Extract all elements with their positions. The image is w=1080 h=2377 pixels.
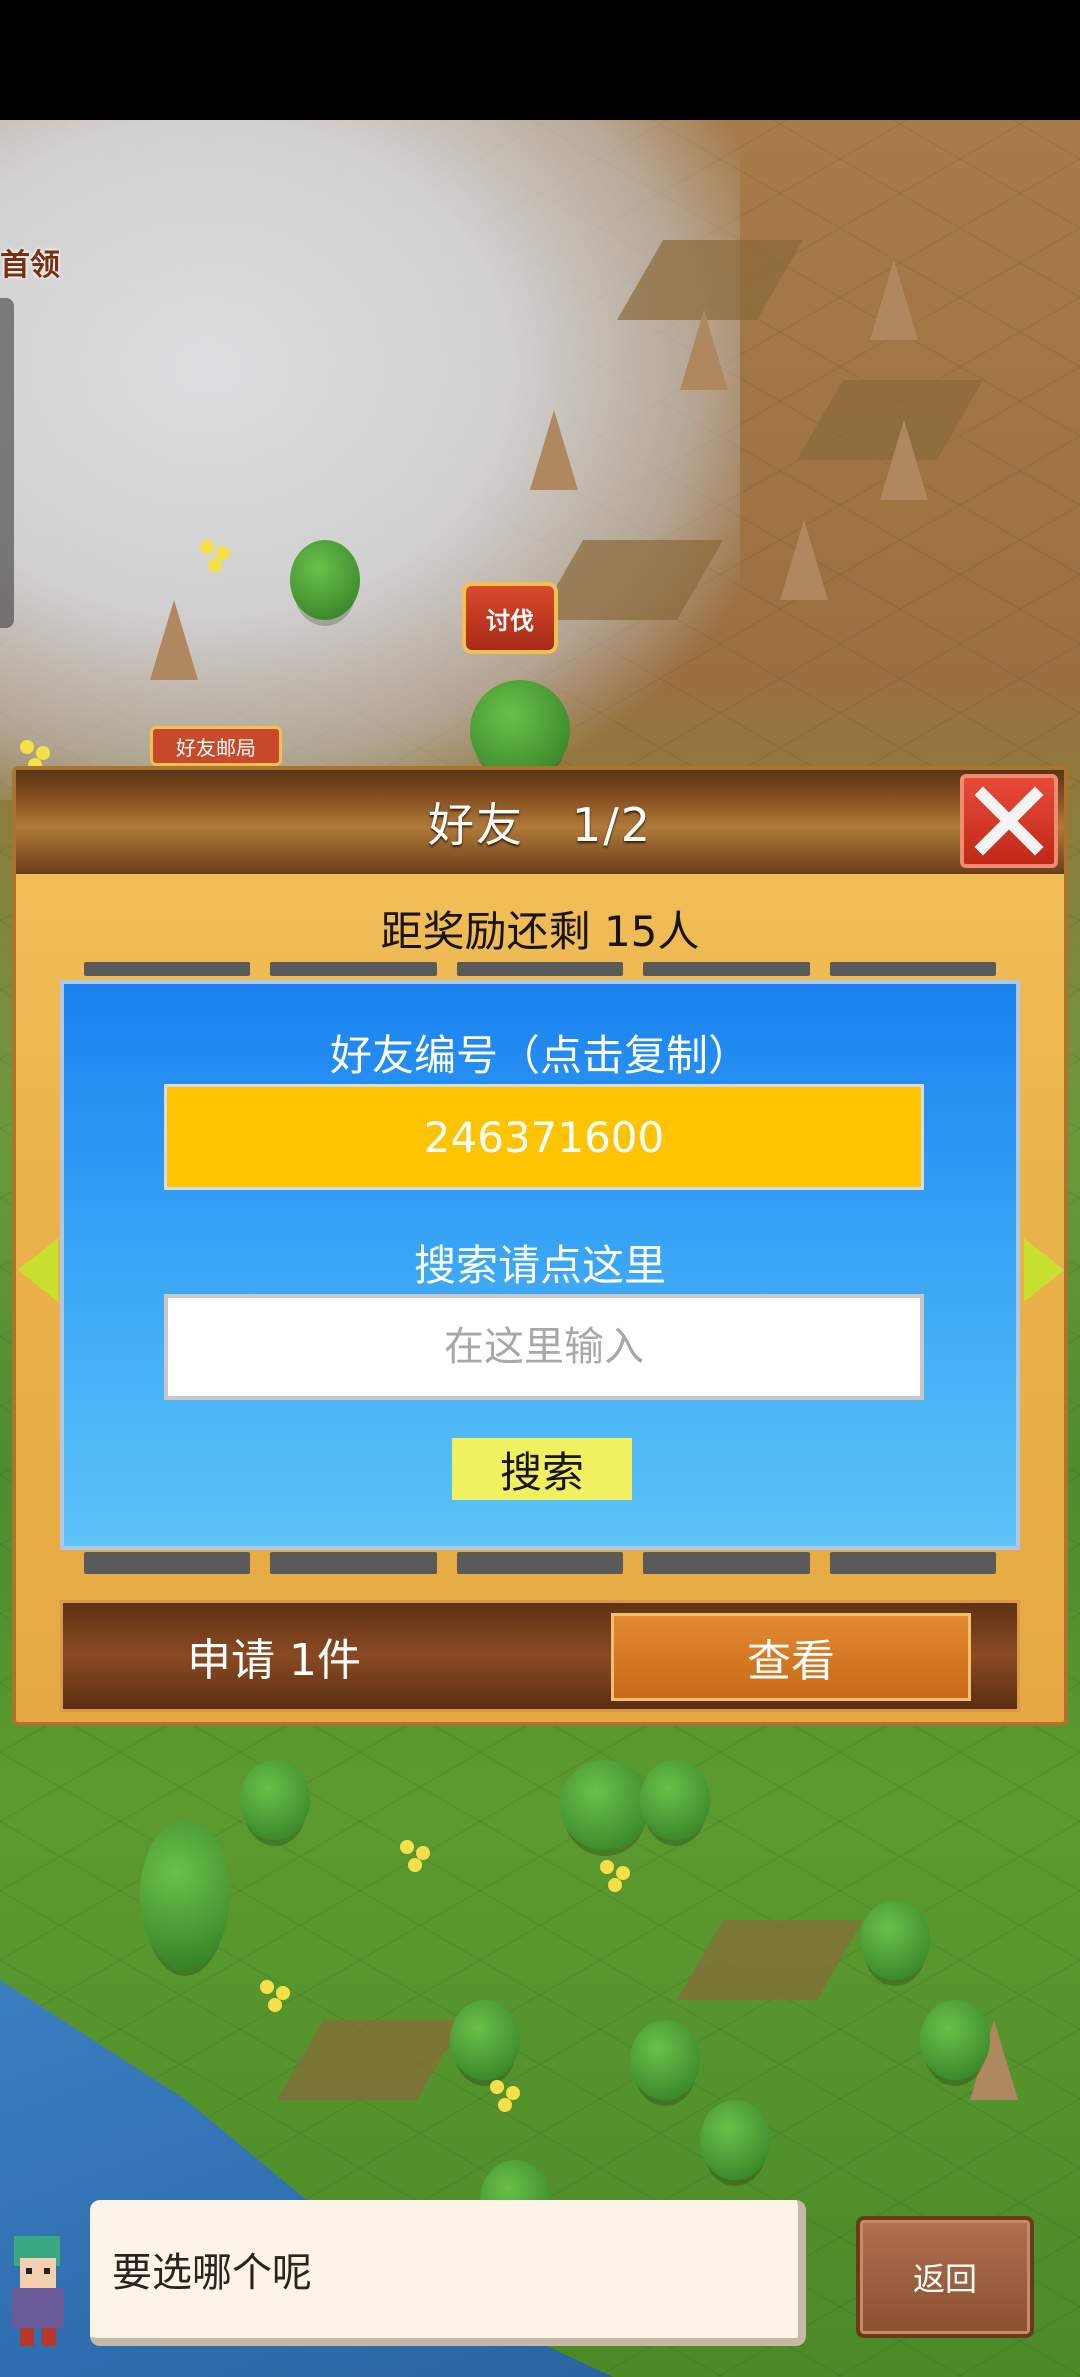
page-indicator-segment [456,962,624,976]
rock-spire [150,600,198,680]
flower [400,1840,414,1854]
close-button[interactable] [960,774,1058,868]
page-indicator-segment [829,962,997,976]
tree [860,1900,930,1980]
page-indicator-segment [270,962,437,976]
page-indicator-bottom [60,1552,1020,1574]
view-requests-button[interactable]: 查看 [611,1613,971,1701]
status-bar [0,0,1080,120]
fog-of-war [0,120,740,800]
page-indicator-segment [84,962,251,976]
tree [470,680,570,780]
dialog-box: 要选哪个呢 [90,2200,806,2346]
side-drawer-handle[interactable] [0,298,14,628]
tree [450,2000,520,2080]
tree [920,2000,990,2080]
tree [640,1760,710,1840]
npc-avatar [12,2236,64,2346]
prev-page-arrow-icon[interactable] [18,1238,58,1302]
flower [490,2080,504,2094]
page-indicator-segment [84,1552,251,1574]
friend-id-label: 好友编号（点击复制） [329,1031,750,1080]
back-button[interactable]: 返回 [856,2216,1034,2338]
panel-title: 好友 1/2 [427,798,653,852]
rock-spire [530,410,578,490]
dirt-tile [676,1920,864,2000]
flower [20,740,34,754]
panel-header: 好友 1/2 [16,770,1064,874]
friend-search-box: 好友编号（点击复制） 246371600 搜索请点这里 搜索 [60,980,1020,1550]
rock-spire [870,260,918,340]
rock-spire [680,310,728,390]
request-count-text: 申请 1件 [187,1635,361,1686]
dirt-tile [276,2020,464,2100]
friend-id-copy-button[interactable]: 246371600 [164,1084,924,1190]
search-input[interactable] [164,1294,924,1400]
next-page-arrow-icon[interactable] [1024,1238,1064,1302]
page-indicator-segment [643,962,810,976]
search-label: 搜索请点这里 [413,1241,666,1290]
subjugate-marker[interactable]: 讨伐 [462,582,558,654]
boss-label[interactable]: 首领 [0,240,60,284]
tree [290,540,360,620]
friend-request-bar: 申请 1件 查看 [60,1600,1020,1712]
close-icon [974,786,1044,856]
tree [630,2020,700,2100]
tree [560,1760,650,1850]
dialog-message: 要选哪个呢 [112,2250,312,2296]
page-indicator-top [60,962,1020,976]
rock-spire [780,520,828,600]
tree [240,1760,310,1840]
search-button[interactable]: 搜索 [452,1438,632,1500]
page-indicator-segment [270,1552,437,1574]
friend-post-sign[interactable]: 好友邮局 [150,726,282,766]
reward-remaining-text: 距奖励还剩 15人 [380,907,700,956]
friend-panel: 好友 1/2 距奖励还剩 15人 好友编号（点击复制） 246371600 搜索… [12,766,1068,1726]
page-indicator-segment [456,1552,624,1574]
flower [600,1860,614,1874]
flower [260,1980,274,1994]
page-indicator-segment [829,1552,997,1574]
page-indicator-segment [643,1552,810,1574]
tree [140,1820,230,1970]
tree [700,2100,770,2180]
flower [200,540,214,554]
rock-spire [880,420,928,500]
